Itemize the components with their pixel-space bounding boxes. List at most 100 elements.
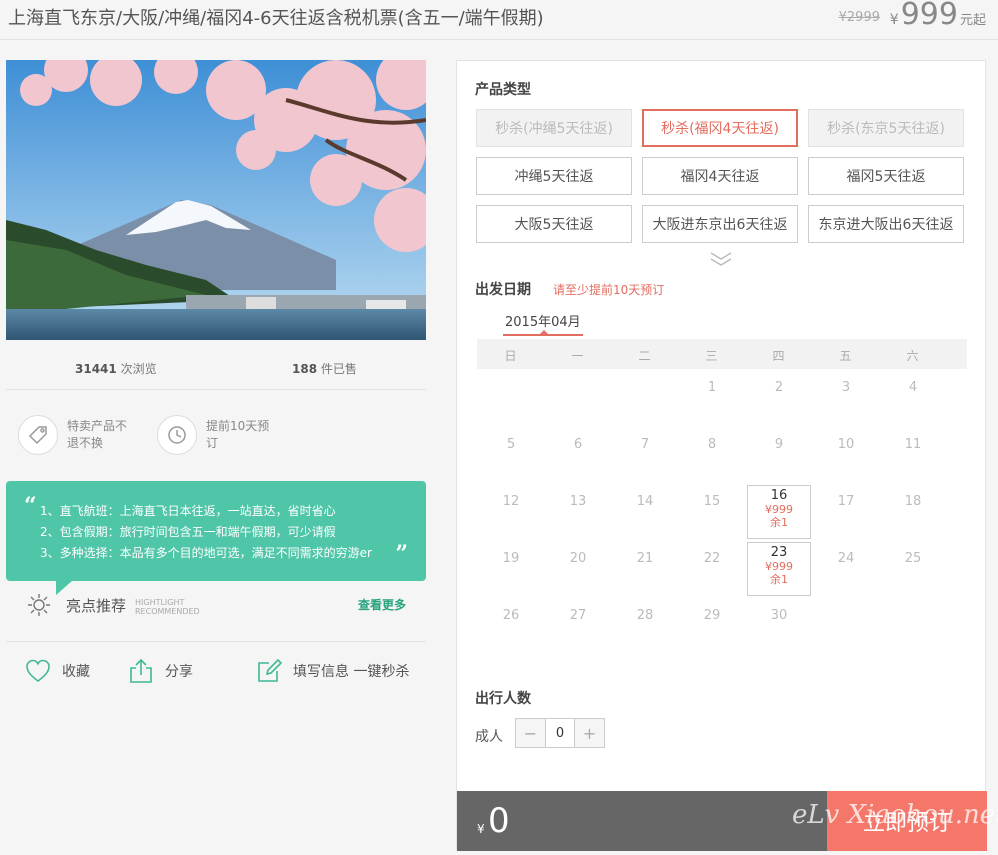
share-button[interactable]: 分享 — [127, 657, 193, 685]
total-currency: ¥ — [477, 822, 485, 836]
calendar-day-available[interactable]: 23 ¥999 余1 — [747, 542, 811, 596]
day-number: 7 — [640, 437, 650, 452]
calendar-day: 21 — [613, 542, 677, 596]
calendar-day: 28 — [613, 599, 677, 653]
day-number: 4 — [908, 380, 918, 395]
calendar-day: 27 — [546, 599, 610, 653]
clock-icon — [157, 415, 197, 455]
views-count: 31441 — [75, 362, 117, 376]
weekday-label: 日 — [504, 349, 517, 363]
day-price: ¥999 — [765, 503, 793, 516]
plus-button[interactable]: + — [575, 719, 604, 747]
calendar-day: 26 — [479, 599, 543, 653]
product-option[interactable]: 冲绳5天往返 — [476, 157, 632, 195]
day-number: 25 — [904, 551, 922, 566]
calendar-day: 10 — [814, 428, 878, 482]
calendar-day-available[interactable]: 16 ¥999 余1 — [747, 485, 811, 539]
product-option[interactable]: 秒杀(冲绳5天往返) — [476, 109, 632, 147]
calendar-weekday-header: 日一二三四五六 — [477, 339, 967, 369]
product-option[interactable]: 东京进大阪出6天往返 — [808, 205, 964, 243]
calendar-day: 7 — [613, 428, 677, 482]
share-label: 分享 — [165, 664, 193, 680]
see-more-link[interactable]: 查看更多 — [358, 596, 406, 613]
product-option[interactable]: 福冈4天往返 — [642, 157, 798, 195]
book-now-button[interactable]: 立即预订 — [827, 791, 987, 851]
minus-button[interactable]: − — [516, 719, 545, 747]
day-number: 10 — [837, 437, 855, 452]
day-number: 29 — [703, 608, 721, 623]
fill-info-button[interactable]: 填写信息 一键秒杀 — [255, 657, 409, 685]
highlights-box: “ 1、直飞航班：上海直飞日本往返，一站直达，省时省心 2、包含假期：旅行时间包… — [6, 481, 426, 595]
highlight-line: 3、多种选择：本品有多个目的地可选，满足不同需求的穷游er — [40, 546, 372, 560]
calendar-day: 29 — [680, 599, 744, 653]
calendar-day: 24 — [814, 542, 878, 596]
booking-hint: 请至少提前10天预订 — [553, 283, 665, 297]
expand-chevron-icon[interactable] — [709, 251, 733, 267]
day-number: 8 — [707, 437, 717, 452]
day-number: 18 — [904, 494, 922, 509]
day-number: 11 — [904, 437, 922, 452]
price-suffix: 元起 — [959, 13, 986, 28]
day-number: 21 — [636, 551, 654, 566]
day-number: 9 — [774, 437, 784, 452]
calendar-day: 9 — [747, 428, 811, 482]
day-number: 24 — [837, 551, 855, 566]
product-option[interactable]: 福冈5天往返 — [808, 157, 964, 195]
highlight-line: 1、直飞航班：上海直飞日本往返，一站直达，省时省心 — [40, 504, 336, 518]
weekday-label: 四 — [772, 349, 785, 363]
price-currency: ¥ — [889, 12, 899, 28]
product-image — [6, 60, 426, 340]
sold-count: 188 — [292, 362, 318, 376]
product-option[interactable]: 大阪进东京出6天往返 — [642, 205, 798, 243]
highlights-en-line: HIGHTLIGHT — [135, 598, 185, 607]
quote-open-icon: “ — [24, 493, 37, 519]
product-type-title: 产品类型 — [475, 82, 531, 98]
calendar-day: 13 — [546, 485, 610, 539]
highlights-header: 亮点推荐 HIGHTLIGHT RECOMMENDED 查看更多 — [6, 590, 426, 622]
highlights-en-line: RECOMMENDED — [135, 607, 200, 616]
favorite-label: 收藏 — [62, 664, 90, 680]
product-option-selected[interactable]: 秒杀(福冈4天往返) — [642, 109, 798, 147]
feature-advance-booking: 提前10天预订 — [157, 415, 276, 455]
day-number: 30 — [770, 608, 788, 623]
day-number: 13 — [569, 494, 587, 509]
day-number: 12 — [502, 494, 520, 509]
day-number: 2 — [774, 380, 784, 395]
calendar-day: 20 — [546, 542, 610, 596]
header: 上海直飞东京/大阪/冲绳/福冈4-6天往返含税机票(含五一/端午假期) ¥299… — [0, 0, 998, 40]
edit-icon — [258, 658, 283, 682]
highlight-line: 2、包含假期：旅行时间包含五一和端午假期，可少请假 — [40, 525, 336, 539]
day-number: 22 — [703, 551, 721, 566]
day-number: 23 — [770, 545, 788, 560]
calendar-day: 30 — [747, 599, 811, 653]
price-value: 999 — [900, 0, 958, 32]
price-block: ¥ 999 元起 — [890, 0, 986, 30]
share-icon — [130, 658, 152, 683]
day-price: ¥999 — [765, 560, 793, 573]
heart-icon — [26, 659, 50, 683]
adult-label: 成人 — [475, 729, 503, 745]
adult-count[interactable]: 0 — [545, 719, 575, 747]
favorite-button[interactable]: 收藏 — [24, 657, 90, 685]
day-number: 27 — [569, 608, 587, 623]
booking-panel: 产品类型 秒杀(冲绳5天往返) 秒杀(福冈4天往返) 秒杀(东京5天往返) 冲绳… — [456, 60, 987, 851]
weekday-label: 五 — [839, 349, 852, 363]
day-number: 6 — [573, 437, 583, 452]
product-option[interactable]: 大阪5天往返 — [476, 205, 632, 243]
day-number: 17 — [837, 494, 855, 509]
month-tab[interactable]: 2015年04月 — [505, 311, 581, 330]
day-number: 1 — [707, 380, 717, 395]
day-number: 14 — [636, 494, 654, 509]
calendar-day: 11 — [881, 428, 945, 482]
day-remaining: 余1 — [770, 573, 788, 586]
product-title: 上海直飞东京/大阪/冲绳/福冈4-6天往返含税机票(含五一/端午假期) — [8, 8, 544, 29]
views-stat: 31441 次浏览 — [75, 360, 157, 377]
calendar-day: 6 — [546, 428, 610, 482]
tag-icon — [18, 415, 58, 455]
total-price: 0 — [488, 801, 510, 841]
weekday-label: 二 — [638, 349, 651, 363]
day-number: 3 — [841, 380, 851, 395]
product-option[interactable]: 秒杀(东京5天往返) — [808, 109, 964, 147]
day-number: 20 — [569, 551, 587, 566]
calendar-day: 19 — [479, 542, 543, 596]
